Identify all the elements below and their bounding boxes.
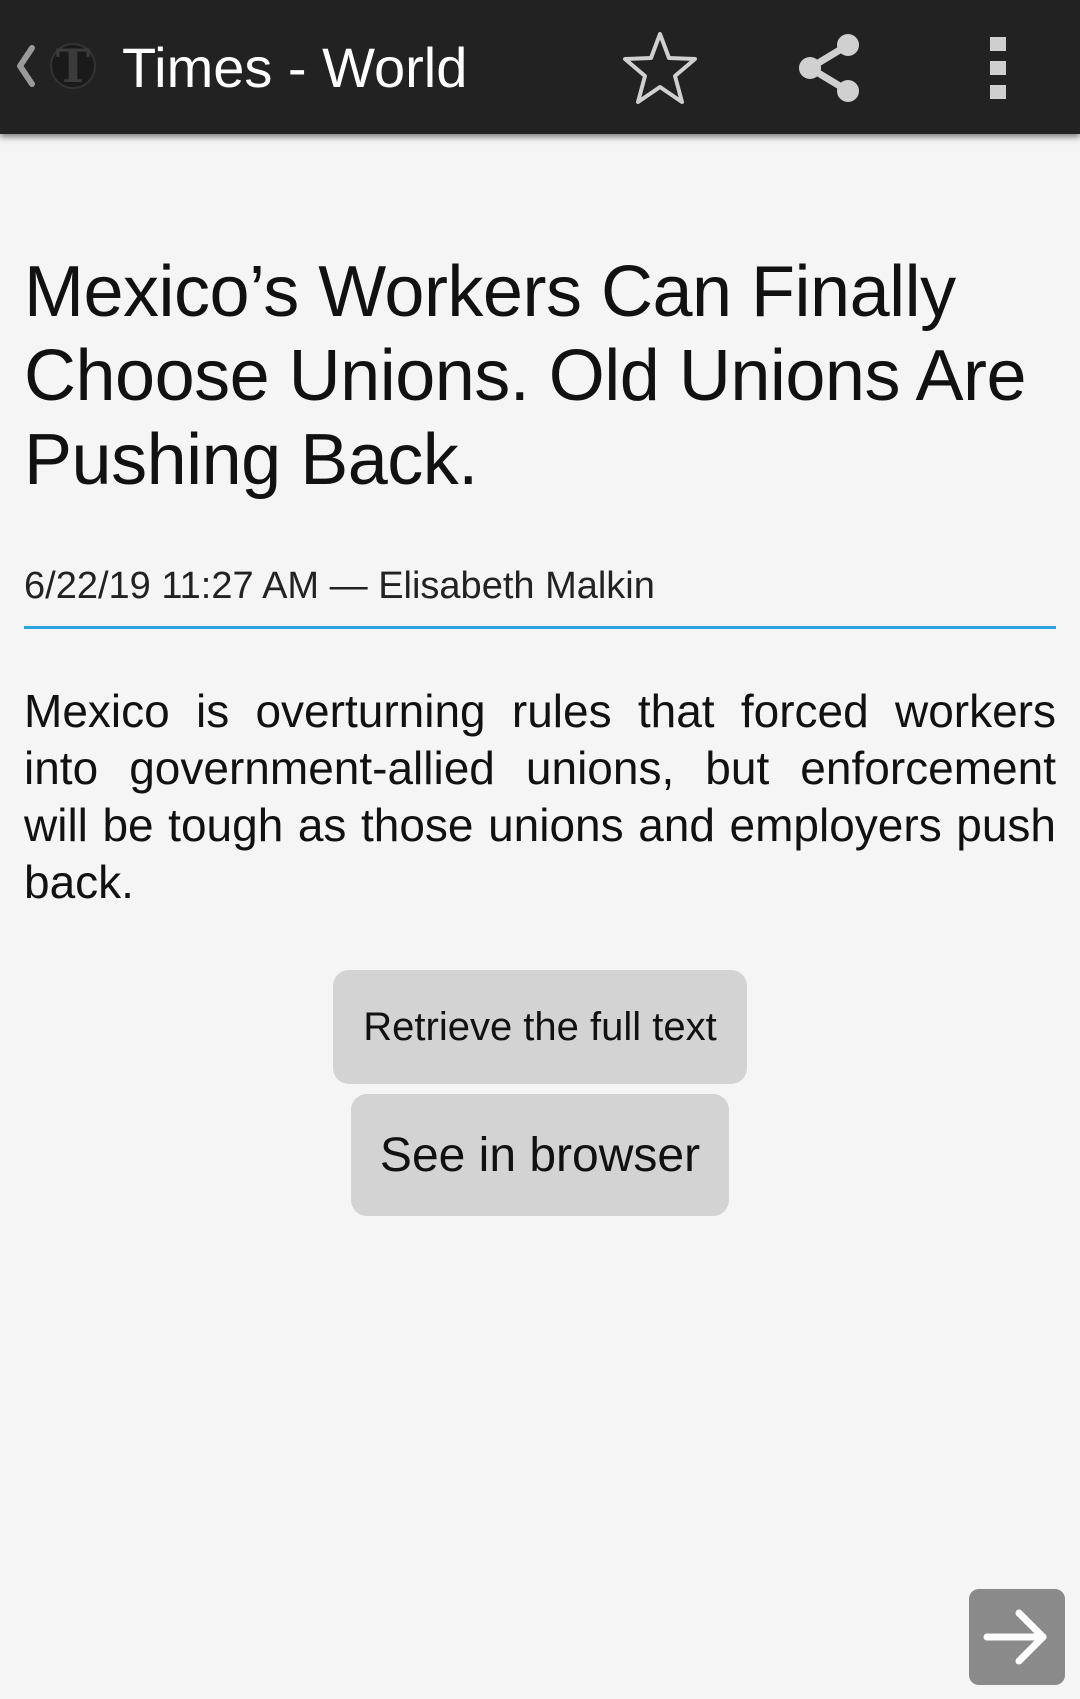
app-bar: T Times - World [0, 0, 1080, 134]
article-headline: Mexico’s Workers Can Finally Choose Unio… [24, 252, 1027, 500]
arrow-right-icon [983, 1609, 1047, 1665]
article-meta: 6/22/19 11:27 AM — Elisabeth Malkin [24, 565, 655, 607]
svg-text:T: T [56, 39, 90, 93]
chevron-left-icon[interactable] [10, 36, 40, 96]
divider [24, 626, 1056, 629]
next-article-button[interactable] [969, 1589, 1065, 1685]
app-title: Times - World [122, 36, 468, 99]
see-in-browser-button[interactable]: See in browser [351, 1094, 729, 1216]
retrieve-full-text-button[interactable]: Retrieve the full text [333, 970, 747, 1084]
more-vertical-icon[interactable] [968, 26, 1028, 110]
nyt-logo-icon[interactable]: T [46, 30, 100, 98]
article-summary: Mexico is overturning rules that forced … [24, 685, 1056, 908]
article: Mexico’s Workers Can Finally Choose Unio… [24, 250, 1056, 911]
share-icon[interactable] [786, 26, 872, 110]
star-outline-icon[interactable] [614, 26, 706, 110]
